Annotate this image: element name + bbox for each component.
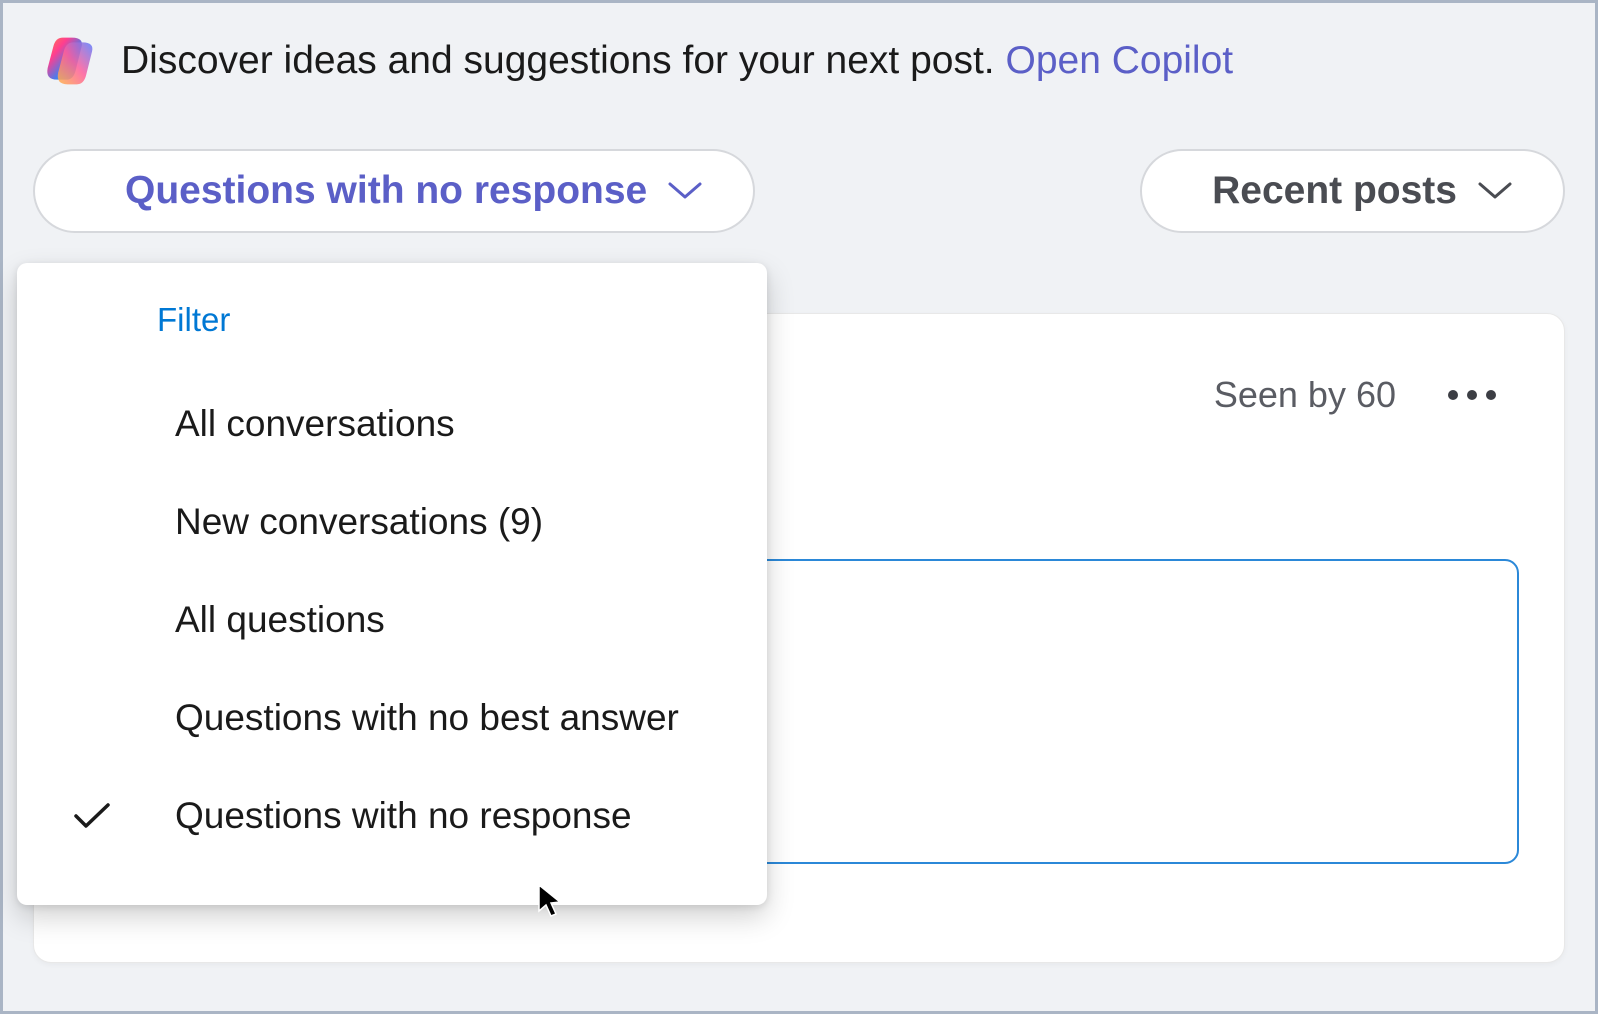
filter-option-new-conversations[interactable]: New conversations (9) — [17, 473, 767, 571]
filter-option-no-best-answer[interactable]: Questions with no best answer — [17, 669, 767, 767]
dropdown-header: Filter — [17, 291, 767, 375]
dropdown-item-label: New conversations (9) — [137, 501, 543, 543]
filter-option-all-conversations[interactable]: All conversations — [17, 375, 767, 473]
banner-message: Discover ideas and suggestions for your … — [121, 39, 1005, 82]
dropdown-item-label: All conversations — [137, 403, 455, 445]
banner-text: Discover ideas and suggestions for your … — [121, 39, 1233, 83]
filter-dropdown-label: Questions with no response — [125, 169, 647, 213]
filter-dropdown[interactable]: Questions with no response — [33, 149, 755, 233]
copilot-icon — [43, 33, 99, 89]
filter-dropdown-menu: Filter All conversations New conversatio… — [17, 263, 767, 905]
chevron-down-icon — [667, 181, 703, 201]
copilot-banner: Discover ideas and suggestions for your … — [3, 3, 1595, 119]
chevron-down-icon — [1477, 181, 1513, 201]
dropdown-item-label: Questions with no best answer — [137, 697, 679, 739]
seen-by-label: Seen by 60 — [1214, 374, 1396, 416]
more-dots-icon — [1486, 390, 1496, 400]
controls-row: Questions with no response Recent posts — [3, 119, 1595, 233]
cursor-icon — [537, 883, 563, 924]
filter-option-all-questions[interactable]: All questions — [17, 571, 767, 669]
more-dots-icon — [1448, 390, 1458, 400]
open-copilot-link[interactable]: Open Copilot — [1005, 39, 1233, 82]
filter-option-no-response[interactable]: Questions with no response — [17, 767, 767, 865]
dropdown-item-label: Questions with no response — [137, 795, 632, 837]
check-icon — [67, 798, 117, 834]
more-options-button[interactable] — [1440, 382, 1504, 408]
dropdown-item-label: All questions — [137, 599, 385, 641]
sort-dropdown[interactable]: Recent posts — [1140, 149, 1565, 233]
sort-dropdown-label: Recent posts — [1212, 169, 1457, 213]
more-dots-icon — [1467, 390, 1477, 400]
